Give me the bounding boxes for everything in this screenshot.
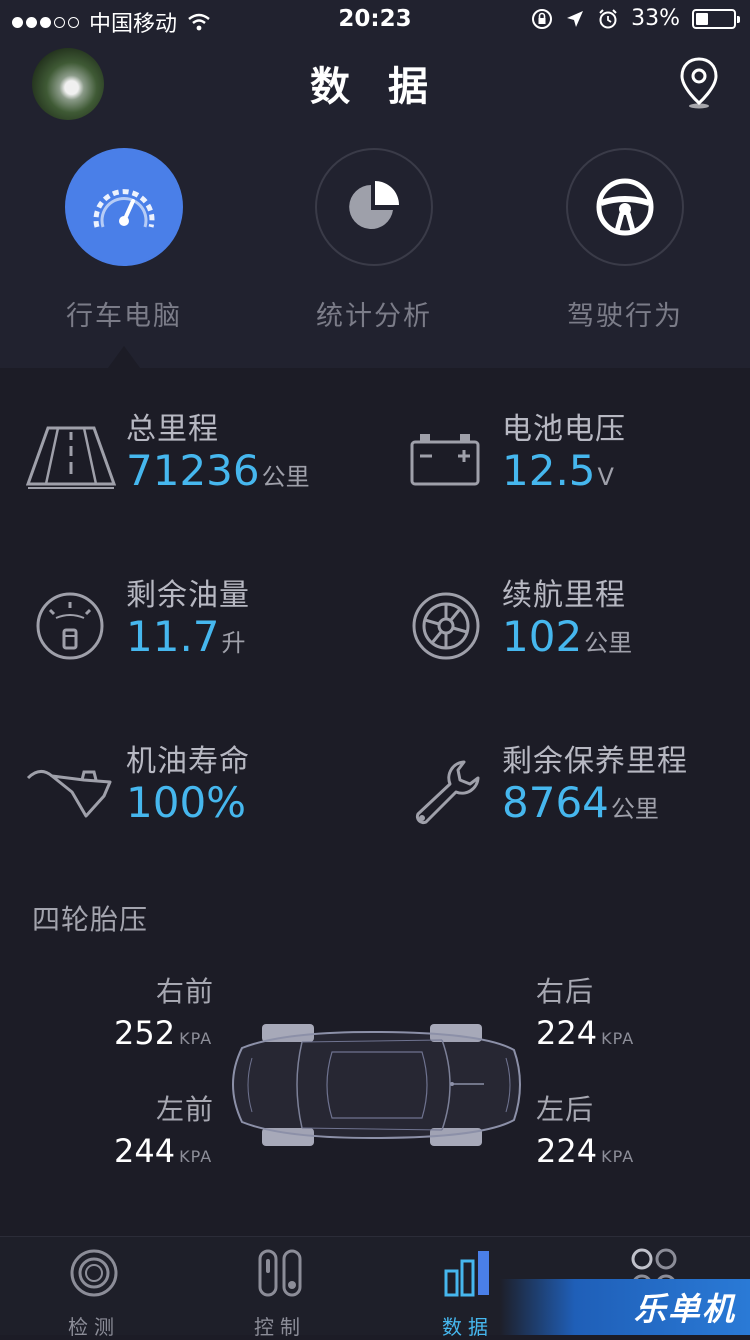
tab-driving-behavior[interactable]: 驾驶行为: [565, 148, 685, 333]
stat-name: 电池电压: [502, 412, 626, 447]
tire-left-rear: 左后 224 KPA: [536, 1088, 676, 1170]
stat-name: 续航里程: [502, 578, 626, 613]
oil-can-icon: [26, 770, 112, 818]
tire-position: 左后: [536, 1093, 595, 1126]
wrench-icon: [415, 760, 480, 825]
stat-name: 剩余油量: [126, 578, 250, 613]
speedometer-icon: [93, 189, 155, 228]
tab-trip-computer[interactable]: 行车电脑: [64, 148, 184, 333]
alarm-icon: [599, 8, 617, 28]
stat-unit: 升: [221, 629, 246, 657]
stat-value: 12.5: [502, 446, 596, 495]
page-title: 数 据: [310, 64, 440, 110]
stat-name: 总里程: [126, 412, 219, 447]
tire-pressure-value: 244: [114, 1132, 176, 1170]
tire-pressure-value: 224: [536, 1132, 598, 1170]
bottom-nav: 检测 控制 数据 乐单机: [0, 1236, 750, 1339]
tire-pressure-unit: KPA: [179, 1029, 213, 1048]
stat-name: 机油寿命: [126, 744, 250, 779]
stat-unit: 公里: [261, 463, 310, 491]
stat-total-mileage: 总里程 71236公里: [26, 404, 386, 514]
wheel-icon: [412, 592, 480, 660]
battery-percent: 33%: [631, 6, 680, 31]
detect-icon: [70, 1249, 118, 1297]
battery-icon: [692, 8, 740, 29]
fuel-gauge-icon: [36, 592, 104, 660]
tire-position: 右后: [536, 975, 595, 1008]
tire-pressure-unit: KPA: [179, 1147, 213, 1166]
stat-value: 8764: [502, 778, 609, 827]
stat-remaining-fuel: 剩余油量 11.7升: [26, 570, 386, 680]
watermark-logo: 乐单机: [500, 1279, 750, 1335]
nav-label: 检测: [68, 1315, 120, 1339]
nav-item-control[interactable]: 控制: [220, 1247, 340, 1340]
tab-label: 驾驶行为: [567, 301, 683, 332]
stat-value: 71236: [126, 446, 260, 495]
tire-right-rear: 右后 224 KPA: [536, 970, 676, 1052]
stat-value: 11.7: [126, 612, 220, 661]
tire-position: 左前: [155, 1093, 214, 1126]
tire-pressure-value: 252: [114, 1014, 176, 1052]
tab-label: 行车电脑: [66, 301, 182, 332]
steering-wheel-icon: [596, 178, 654, 236]
active-tab-indicator: [108, 346, 140, 368]
tab-label: 统计分析: [316, 301, 432, 332]
control-icon: [258, 1249, 302, 1297]
tire-pressure-unit: KPA: [601, 1147, 635, 1166]
watermark-text: 乐单机: [633, 1290, 736, 1328]
location-arrow-icon: [567, 10, 584, 27]
pie-chart-icon: [349, 181, 399, 229]
stat-battery-voltage: 电池电压 12.5V: [402, 404, 750, 514]
bar-chart-icon: [444, 1251, 489, 1297]
stat-unit: V: [597, 463, 614, 491]
nav-label: 控制: [254, 1315, 306, 1339]
tire-pressure-value: 224: [536, 1014, 598, 1052]
stat-unit: 公里: [610, 795, 659, 823]
rotation-lock-icon: [532, 8, 553, 29]
battery-icon: [410, 434, 480, 486]
status-bar: 中国移动 20:23 33%: [0, 0, 750, 40]
stat-range: 续航里程 102公里: [402, 570, 750, 680]
tire-pressure-title: 四轮胎压: [32, 903, 149, 936]
car-top-view-icon: [232, 1024, 521, 1146]
tire-position: 右前: [155, 975, 214, 1008]
nav-item-detect[interactable]: 检测: [34, 1247, 154, 1340]
road-icon: [26, 426, 116, 489]
location-pin-icon[interactable]: [678, 56, 720, 110]
stat-maintenance-mileage: 剩余保养里程 8764公里: [402, 736, 750, 846]
stat-name: 剩余保养里程: [502, 744, 688, 779]
tab-statistics[interactable]: 统计分析: [314, 148, 434, 333]
tire-pressure-unit: KPA: [601, 1029, 635, 1048]
stat-oil-life: 机油寿命 100%: [26, 736, 386, 846]
stat-unit: 公里: [584, 629, 633, 657]
stat-value: 100%: [126, 778, 247, 827]
stat-value: 102: [502, 612, 583, 661]
